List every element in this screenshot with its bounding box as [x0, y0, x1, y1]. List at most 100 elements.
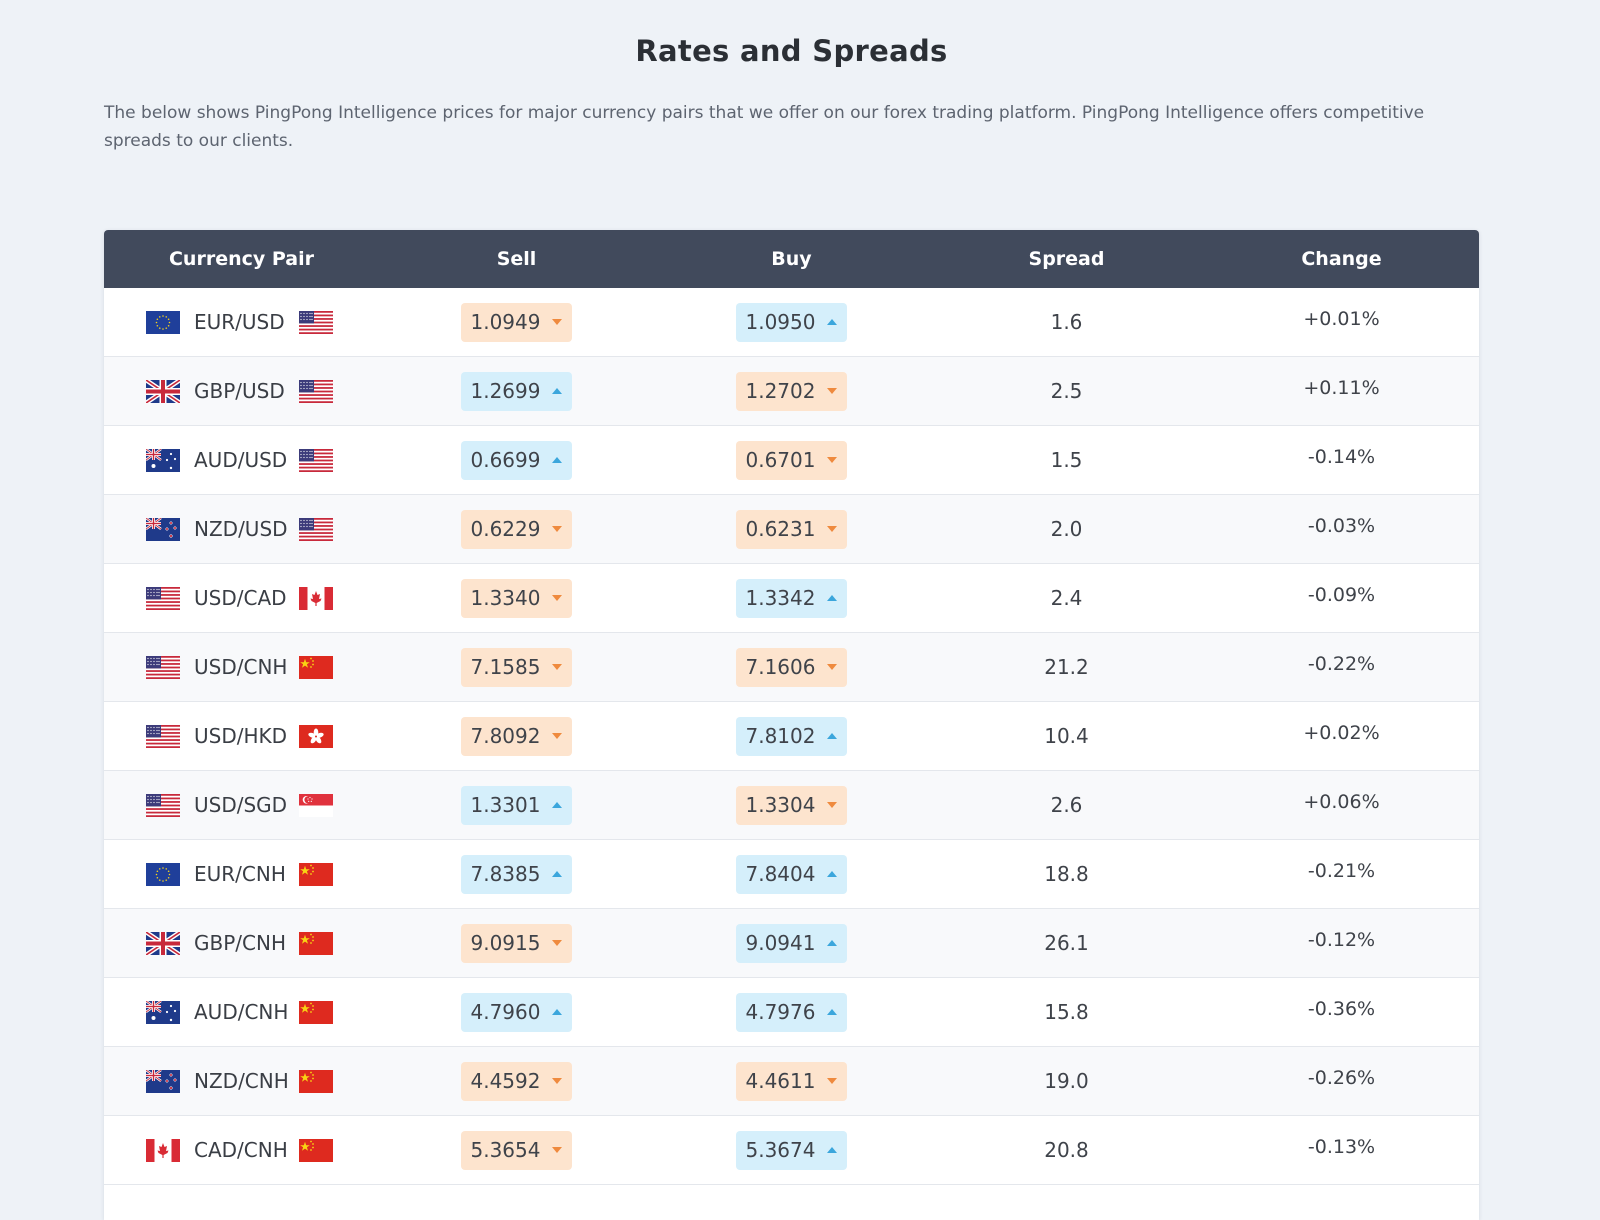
sell-price: 4.7960 [470, 1000, 541, 1024]
spread-cell: 1.6 [929, 310, 1204, 334]
buy-price-badge: 7.8404 [735, 854, 848, 894]
currency-pair-label: USD/SGD [194, 793, 288, 817]
spread-value: 10.4 [1044, 724, 1089, 748]
sell-price-badge: 1.3301 [460, 785, 573, 825]
table-row: USD/HKD 7.8092 7.8102 10.4 +0.02% [104, 702, 1479, 771]
spread-cell: 26.1 [929, 931, 1204, 955]
header-sell: Sell [496, 248, 537, 270]
buy-cell: 4.4611 [654, 1061, 929, 1101]
buy-cell: 1.0950 [654, 302, 929, 342]
change-cell: -0.13% [1204, 1136, 1479, 1158]
buy-cell: 7.1606 [654, 647, 929, 687]
spread-value: 2.0 [1050, 517, 1083, 541]
change-value: +0.01% [1303, 308, 1380, 330]
currency-pair-label: NZD/CNH [194, 1069, 289, 1093]
table-row: USD/SGD 1.3301 1.3304 2.6 +0.06% [104, 771, 1479, 840]
canada-flag-icon [146, 1138, 180, 1162]
spread-value: 18.8 [1044, 862, 1089, 886]
sell-price-badge: 5.3654 [460, 1130, 573, 1170]
currency-pair-label: GBP/CNH [194, 931, 286, 955]
table-row: GBP/USD 1.2699 1.2702 2.5 +0.11% [104, 357, 1479, 426]
australia-flag-icon [145, 999, 180, 1024]
buy-price-badge: 7.8102 [735, 716, 848, 756]
sell-cell: 9.0915 [379, 923, 654, 963]
spread-value: 19.0 [1044, 1069, 1089, 1093]
buy-price: 1.3342 [745, 586, 816, 610]
us-flag-icon [299, 517, 333, 541]
currency-pair-cell: AUD/CNH [104, 999, 379, 1024]
arrow-up-icon [827, 319, 838, 325]
buy-cell: 0.6701 [654, 440, 929, 480]
table-row: CAD/CNH 5.3654 5.3674 20.8 -0.13% [104, 1116, 1479, 1185]
table-row: GBP/CNH 9.0915 9.0941 26.1 -0.12% [104, 909, 1479, 978]
arrow-down-icon [827, 802, 838, 808]
arrow-up-icon [827, 1147, 838, 1153]
sell-price-badge: 7.8092 [460, 716, 573, 756]
sell-price-badge: 4.7960 [460, 992, 573, 1032]
spread-cell: 2.6 [929, 793, 1204, 817]
sell-price: 7.8385 [470, 862, 541, 886]
sell-cell: 7.8092 [379, 716, 654, 756]
sell-price: 1.3301 [470, 793, 541, 817]
sell-price: 4.4592 [470, 1069, 541, 1093]
change-value: -0.22% [1307, 653, 1376, 675]
sell-price: 0.6229 [470, 517, 541, 541]
buy-price: 0.6231 [745, 517, 816, 541]
change-value: -0.03% [1307, 515, 1376, 537]
arrow-down-icon [552, 319, 563, 325]
table-row: EUR/CNH 7.8385 7.8404 18.8 -0.21% [104, 840, 1479, 909]
change-cell: +0.11% [1204, 377, 1479, 399]
change-value: +0.02% [1303, 722, 1380, 744]
change-cell: -0.22% [1204, 653, 1479, 675]
currency-pair-label: GBP/USD [194, 379, 285, 403]
currency-pair-cell: NZD/USD [104, 516, 379, 541]
table-row: NZD/USD 0.6229 0.6231 2.0 -0.03% [104, 495, 1479, 564]
intro-text: The below shows PingPong Intelligence pr… [104, 103, 1425, 151]
change-value: -0.26% [1307, 1067, 1376, 1089]
buy-cell: 9.0941 [654, 923, 929, 963]
us-flag-icon [146, 586, 180, 610]
change-value: -0.21% [1307, 860, 1376, 882]
sell-price-badge: 0.6229 [460, 509, 573, 549]
sell-cell: 7.8385 [379, 854, 654, 894]
sell-price-badge: 7.1585 [460, 647, 573, 687]
change-value: -0.09% [1307, 584, 1376, 606]
us-flag-icon [146, 793, 180, 817]
buy-price: 7.8404 [745, 862, 816, 886]
buy-cell: 5.3674 [654, 1130, 929, 1170]
spread-cell: 15.8 [929, 1000, 1204, 1024]
spread-value: 2.6 [1050, 793, 1083, 817]
spread-cell: 18.8 [929, 862, 1204, 886]
sell-cell: 4.7960 [379, 992, 654, 1032]
us-flag-icon [299, 379, 333, 403]
currency-pair-label: USD/HKD [194, 724, 288, 748]
buy-price-badge: 9.0941 [735, 923, 848, 963]
buy-price-badge: 4.7976 [735, 992, 848, 1032]
arrow-up-icon [827, 871, 838, 877]
table-row: USD/CAD 1.3340 1.3342 2.4 -0.09% [104, 564, 1479, 633]
spread-cell: 2.4 [929, 586, 1204, 610]
hong-kong-flag-icon [299, 724, 333, 748]
currency-pair-cell: GBP/USD [104, 377, 379, 405]
us-flag-icon [299, 310, 333, 334]
arrow-down-icon [552, 1078, 563, 1084]
currency-pair-cell: AUD/USD [104, 447, 379, 472]
change-cell: -0.26% [1204, 1067, 1479, 1089]
arrow-up-icon [552, 1009, 563, 1015]
eu-flag-icon [146, 862, 180, 886]
buy-price: 0.6701 [745, 448, 816, 472]
buy-cell: 1.3342 [654, 578, 929, 618]
new-zealand-flag-icon [145, 1068, 180, 1093]
spread-cell: 21.2 [929, 655, 1204, 679]
header-change: Change [1301, 248, 1382, 270]
page-title: Rates and Spreads [635, 34, 948, 68]
currency-pair-cell: GBP/CNH [104, 929, 379, 957]
buy-price: 4.4611 [745, 1069, 816, 1093]
currency-pair-label: EUR/CNH [194, 862, 286, 886]
spread-cell: 10.4 [929, 724, 1204, 748]
buy-price: 9.0941 [745, 931, 816, 955]
spread-value: 2.5 [1050, 379, 1083, 403]
china-flag-icon [299, 1138, 333, 1162]
table-row: NZD/CNH 4.4592 4.4611 19.0 -0.26% [104, 1047, 1479, 1116]
arrow-down-icon [552, 664, 563, 670]
